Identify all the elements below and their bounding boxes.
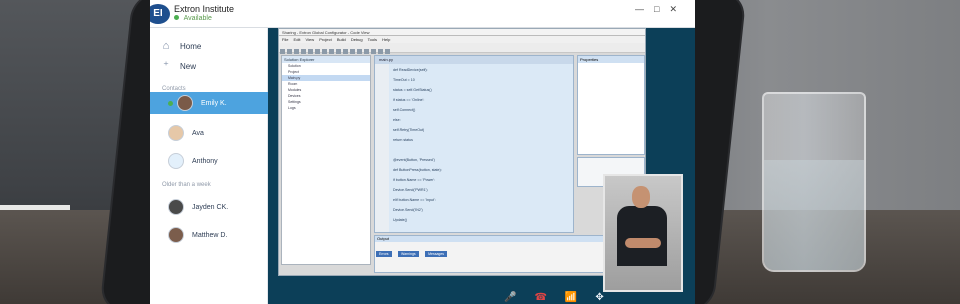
nav-home[interactable]: ⌂ Home (160, 40, 202, 52)
contact-item[interactable]: Jayden CK. (150, 196, 268, 218)
code-line: elif button.Name == 'Input': (393, 198, 436, 202)
nav-new-label: New (180, 61, 197, 71)
shared-window-title: Sharing - Extron Global Configurator - C… (279, 29, 645, 36)
tree-title: Solution Explorer (282, 56, 370, 63)
code-line: if status == 'Online': (393, 98, 425, 102)
avatar (168, 125, 184, 141)
avatar (168, 227, 184, 243)
code-line: return status (393, 138, 413, 142)
sidebar: ⌂ Home ⁺ New Contacts Emily K. Ava Antho… (150, 28, 268, 304)
contact-item[interactable]: Ava (150, 122, 268, 144)
contact-name: Anthony (192, 157, 218, 165)
window-controls[interactable]: —□✕ (635, 4, 687, 15)
properties-panel: Properties (577, 55, 645, 155)
code-line: TimeOut = 10 (393, 78, 415, 82)
code-line: self.Retry(TimeOut) (393, 128, 425, 132)
settings-icon[interactable]: ✥ (595, 292, 603, 303)
solution-tree: Solution Explorer Solution Project Main.… (281, 55, 371, 265)
presence-status: Available (174, 15, 212, 22)
presenter-body (617, 206, 667, 266)
avatar (168, 199, 184, 215)
code-line: Device.Send('IN2') (393, 208, 423, 212)
call-controls: 🎤 ☎ 📶 ✥ (504, 290, 674, 304)
editor-gutter (375, 64, 389, 232)
nav-new[interactable]: ⁺ New (160, 60, 196, 72)
avatar-placeholder-icon (168, 153, 184, 169)
presenter-head (632, 186, 650, 208)
editor-tab: main.py (375, 56, 573, 64)
code-line: self.Connect() (393, 108, 416, 112)
code-line: @event(Button, 'Pressed') (393, 158, 435, 162)
output-tab: Warnings (397, 251, 419, 257)
status-label: Available (183, 15, 212, 22)
signal-icon[interactable]: 📶 (565, 292, 577, 303)
code-line: else: (393, 118, 401, 122)
status-dot (174, 15, 179, 20)
presenter-arms (625, 238, 661, 248)
code-line: def ButtonPress(button, state): (393, 168, 442, 172)
output-tab: Errors (376, 251, 392, 257)
org-logo: EI (150, 4, 170, 24)
code-line: Update() (393, 218, 407, 222)
code-line: status = self.GetStatus() (393, 88, 432, 92)
output-tab: Messages (425, 251, 448, 257)
avatar (177, 95, 193, 111)
tablet-screen: EI Extron Institute Available —□✕ ⌂ Home… (150, 0, 695, 304)
code-line: def ReadDevice(self): (393, 68, 428, 72)
app-header: EI Extron Institute Available —□✕ (150, 0, 695, 28)
nav-home-label: Home (180, 41, 202, 51)
contact-name: Jayden CK. (192, 203, 229, 211)
water-glass (762, 92, 866, 272)
properties-title: Properties (578, 56, 644, 63)
contact-name: Matthew D. (192, 231, 228, 239)
add-user-icon: ⁺ (163, 60, 169, 72)
online-dot (168, 100, 173, 106)
contact-name: Ava (192, 129, 204, 137)
code-editor: main.py def ReadDevice(self): TimeOut = … (374, 55, 574, 233)
contact-item[interactable]: Matthew D. (150, 224, 268, 246)
hangup-icon[interactable]: ☎ (534, 292, 546, 303)
code-line: if button.Name == 'Power': (393, 178, 436, 182)
contact-item[interactable]: Anthony (150, 150, 268, 172)
shared-toolbar (279, 43, 645, 54)
mute-icon[interactable]: 🎤 (504, 292, 516, 303)
shared-menubar: File Edit View Project Build Debug Tools… (279, 36, 645, 43)
call-area: Sharing - Extron Global Configurator - C… (268, 28, 695, 304)
tree-item: Logs (288, 106, 296, 110)
code-line: Device.Send('PWR1') (393, 188, 428, 192)
presenter-video (603, 174, 683, 292)
shared-screen: Sharing - Extron Global Configurator - C… (278, 28, 646, 276)
contact-name: Emily K. (201, 99, 227, 107)
home-icon: ⌂ (162, 40, 170, 52)
older-heading: Older than a week (162, 182, 211, 188)
contact-item[interactable]: Emily K. (150, 92, 268, 114)
org-name: Extron Institute (174, 4, 235, 14)
